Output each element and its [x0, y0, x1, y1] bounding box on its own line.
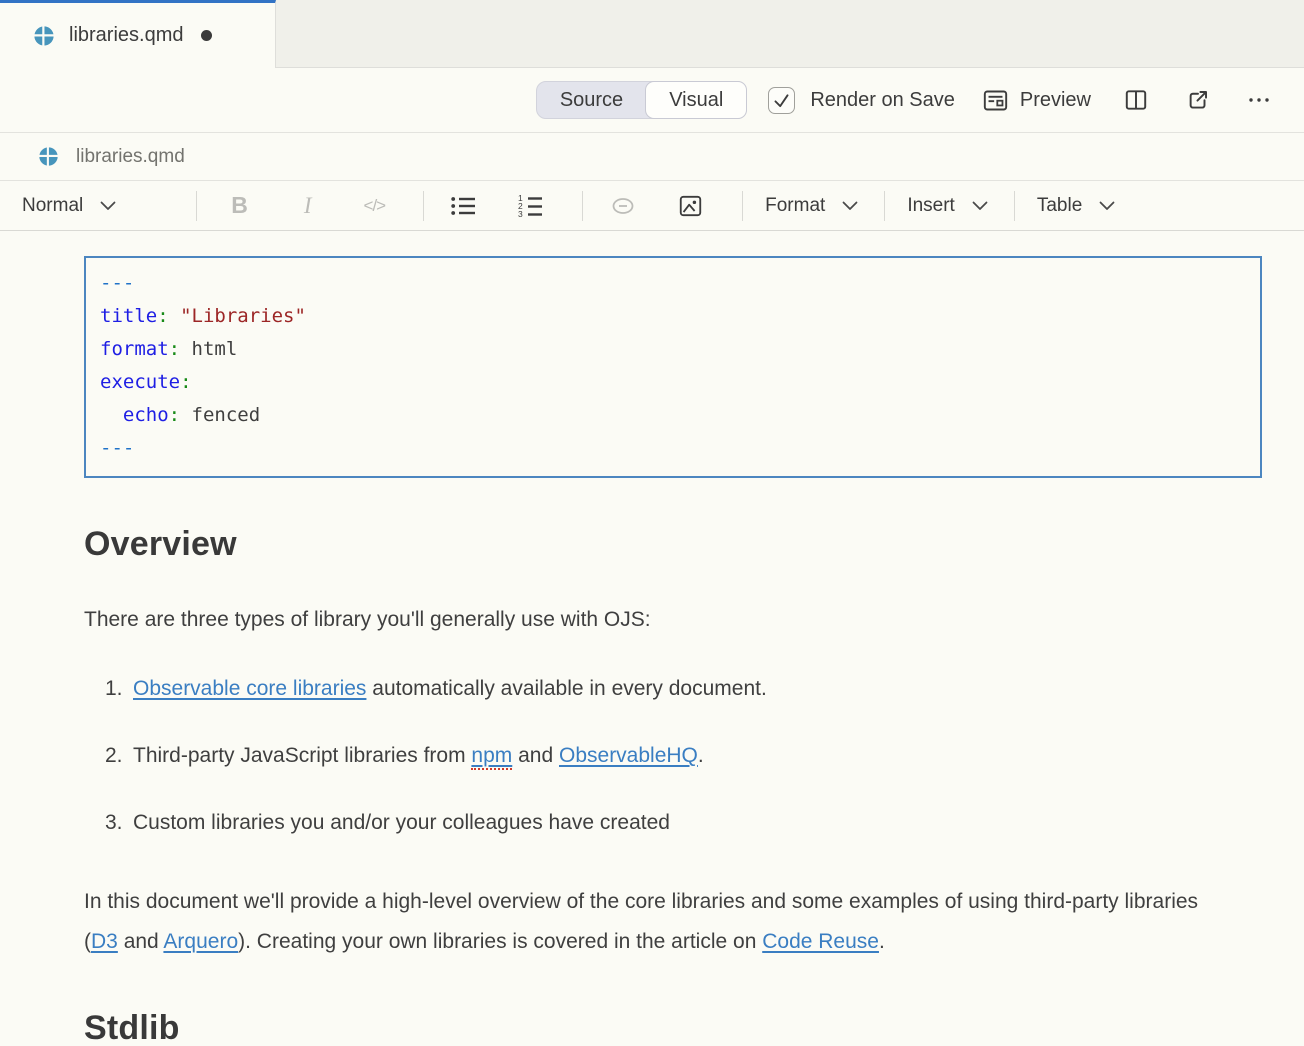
bold-button[interactable]: B	[231, 192, 248, 219]
closing-paragraph: In this document we'll provide a high-le…	[84, 882, 1229, 962]
breadcrumb: libraries.qmd	[0, 133, 1304, 181]
table-menu[interactable]: Table	[1037, 195, 1082, 217]
d3-link[interactable]: D3	[91, 930, 118, 953]
svg-text:3: 3	[518, 209, 523, 219]
insert-menu[interactable]: Insert	[907, 195, 955, 217]
list-item: 2. Third-party JavaScript libraries from…	[105, 743, 1304, 769]
preview-button[interactable]: Preview	[982, 87, 1091, 114]
yaml-line: title: "Libraries"	[100, 300, 1246, 333]
tab-title: libraries.qmd	[69, 24, 183, 47]
yaml-line: echo: fenced	[100, 399, 1246, 432]
preview-label: Preview	[1020, 89, 1091, 112]
unsaved-changes-dot	[201, 30, 212, 41]
chevron-down-icon[interactable]	[1099, 201, 1115, 211]
chevron-down-icon[interactable]	[100, 201, 116, 211]
code-reuse-link[interactable]: Code Reuse	[762, 930, 879, 953]
code-button[interactable]: </>	[364, 196, 386, 216]
toolbar-divider	[582, 191, 583, 221]
format-toolbar: Normal B I </> 1 2 3	[0, 181, 1304, 231]
observablehq-link[interactable]: ObservableHQ	[559, 744, 698, 767]
breadcrumb-filename[interactable]: libraries.qmd	[76, 146, 185, 168]
chevron-down-icon[interactable]	[842, 201, 858, 211]
open-in-new-window-icon[interactable]	[1185, 87, 1211, 113]
list-number: 2.	[105, 743, 133, 769]
arquero-link[interactable]: Arquero	[163, 930, 238, 953]
bulleted-list-icon[interactable]	[450, 194, 477, 218]
npm-link[interactable]: npm	[471, 744, 512, 770]
toolbar-divider	[423, 191, 424, 221]
library-types-list: 1. Observable core libraries automatical…	[105, 676, 1304, 836]
toolbar-divider	[884, 191, 885, 221]
render-on-save-checkbox[interactable]	[768, 87, 795, 114]
list-item-text: Observable core libraries automatically …	[133, 676, 767, 702]
yaml-line: execute:	[100, 366, 1246, 399]
paragraph-style-dropdown[interactable]: Normal	[22, 195, 83, 217]
quarto-file-icon	[33, 25, 55, 47]
visual-mode-button[interactable]: Visual	[645, 81, 747, 119]
intro-paragraph: There are three types of library you'll …	[84, 608, 1304, 632]
italic-button[interactable]: I	[304, 193, 312, 219]
more-options-icon[interactable]	[1245, 87, 1273, 113]
list-item-text: Custom libraries you and/or your colleag…	[133, 810, 670, 836]
observable-core-libraries-link[interactable]: Observable core libraries	[133, 677, 366, 700]
editor-mode-toggle: Source Visual	[536, 81, 748, 119]
chevron-down-icon[interactable]	[972, 201, 988, 211]
visual-editor-canvas[interactable]: --- title: "Libraries" format: html exec…	[0, 256, 1304, 1046]
tab-bar: libraries.qmd	[0, 0, 1304, 68]
list-number: 3.	[105, 810, 133, 836]
toolbar-divider	[742, 191, 743, 221]
source-mode-button[interactable]: Source	[537, 82, 646, 118]
render-on-save-label: Render on Save	[810, 89, 955, 112]
tab-libraries-qmd[interactable]: libraries.qmd	[0, 0, 276, 68]
toolbar-divider	[196, 191, 197, 221]
render-on-save-control[interactable]: Render on Save	[768, 87, 955, 114]
list-item-text: Third-party JavaScript libraries from np…	[133, 743, 704, 769]
editor-toolbar: Source Visual Render on Save Preview	[0, 68, 1304, 133]
quarto-file-icon	[38, 146, 59, 167]
yaml-line: ---	[100, 267, 1246, 300]
overview-heading: Overview	[84, 525, 1304, 564]
toolbar-divider	[1014, 191, 1015, 221]
tab-strip-filler	[276, 0, 1304, 68]
yaml-line: format: html	[100, 333, 1246, 366]
yaml-line: ---	[100, 432, 1246, 465]
image-icon[interactable]	[677, 193, 704, 219]
list-item: 1. Observable core libraries automatical…	[105, 676, 1304, 702]
yaml-front-matter-block[interactable]: --- title: "Libraries" format: html exec…	[84, 256, 1262, 478]
list-item: 3. Custom libraries you and/or your coll…	[105, 810, 1304, 836]
split-editor-icon[interactable]	[1123, 87, 1149, 113]
link-icon[interactable]	[609, 194, 637, 218]
preview-icon	[982, 87, 1009, 114]
numbered-list-icon[interactable]: 1 2 3	[517, 193, 544, 219]
stdlib-heading: Stdlib	[84, 1009, 1304, 1046]
list-number: 1.	[105, 676, 133, 702]
format-menu[interactable]: Format	[765, 195, 825, 217]
